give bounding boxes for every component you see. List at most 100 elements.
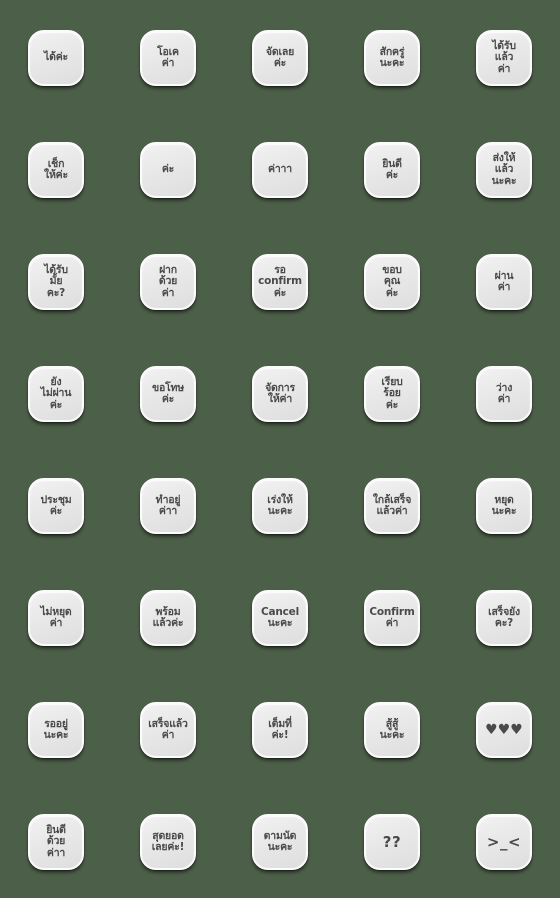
sticker-cell: ฝาก ด้วย ค่า <box>112 226 224 338</box>
sticker-label: ยินดี ด้วย ค่าา <box>46 823 66 859</box>
sticker-cell: ?? <box>336 786 448 898</box>
sticker-tile[interactable]: ค่ะ <box>140 142 196 198</box>
sticker-tile[interactable]: ได้ค่ะ <box>28 30 84 86</box>
sticker-tile[interactable]: Confirm ค่า <box>364 590 420 646</box>
sticker-label: ได้รับ มั้ย คะ? <box>44 263 68 299</box>
sticker-label: ยินดี ค่ะ <box>382 157 402 181</box>
sticker-label: รอ confirm ค่ะ <box>258 263 302 299</box>
sticker-cell: ได้รับ มั้ย คะ? <box>0 226 112 338</box>
sticker-tile[interactable]: เช็ก ให้ค่ะ <box>28 142 84 198</box>
sticker-label: ค่ะ <box>161 163 175 176</box>
sticker-tile[interactable]: หยุด นะคะ <box>476 478 532 534</box>
sticker-cell: ขอบ คุณ ค่ะ <box>336 226 448 338</box>
sticker-tile[interactable]: ประชุม ค่ะ <box>28 478 84 534</box>
sticker-label: ยัง ไม่ผ่าน ค่ะ <box>40 375 72 411</box>
sticker-tile[interactable]: จัดเลย ค่ะ <box>252 30 308 86</box>
sticker-label: ?? <box>382 832 402 851</box>
sticker-tile[interactable]: ขอบ คุณ ค่ะ <box>364 254 420 310</box>
sticker-cell: ค่าาา <box>224 114 336 226</box>
sticker-label: ผ่าน ค่า <box>494 269 514 293</box>
sticker-cell: สุดยอด เลยค่ะ! <box>112 786 224 898</box>
sticker-tile[interactable]: ?? <box>364 814 420 870</box>
sticker-tile[interactable]: พร้อม แล้วค่ะ <box>140 590 196 646</box>
sticker-label: ขอบ คุณ ค่ะ <box>382 263 402 299</box>
sticker-tile[interactable]: สักครู่ นะคะ <box>364 30 420 86</box>
sticker-tile[interactable]: ♥♥♥ <box>476 702 532 758</box>
sticker-label: ค่าาา <box>268 163 292 176</box>
sticker-cell: ยินดี ด้วย ค่าา <box>0 786 112 898</box>
sticker-label: โอเค ค่า <box>157 45 179 69</box>
sticker-label: ได้รับ แล้ว ค่า <box>492 39 516 75</box>
sticker-tile[interactable]: ยินดี ค่ะ <box>364 142 420 198</box>
sticker-cell: จัดการ ให้ค่า <box>224 338 336 450</box>
sticker-cell: เสร็จยัง คะ? <box>448 562 560 674</box>
sticker-cell: รออยู่ นะคะ <box>0 674 112 786</box>
sticker-tile[interactable]: ได้รับ แล้ว ค่า <box>476 30 532 86</box>
sticker-cell: ยินดี ค่ะ <box>336 114 448 226</box>
sticker-tile[interactable]: โอเค ค่า <box>140 30 196 86</box>
sticker-label: ไม่หยุด ค่า <box>40 605 72 629</box>
sticker-cell: >_< <box>448 786 560 898</box>
sticker-label: จัดการ ให้ค่า <box>265 381 295 405</box>
sticker-tile[interactable]: ตามนัด นะคะ <box>252 814 308 870</box>
sticker-label: ว่าง ค่า <box>495 381 513 405</box>
sticker-label: ประชุม ค่ะ <box>40 493 72 517</box>
sticker-tile[interactable]: ฝาก ด้วย ค่า <box>140 254 196 310</box>
sticker-cell: ยัง ไม่ผ่าน ค่ะ <box>0 338 112 450</box>
sticker-label: สู้สู้ นะคะ <box>379 717 405 741</box>
sticker-tile[interactable]: รอ confirm ค่ะ <box>252 254 308 310</box>
sticker-cell: ขอโทษ ค่ะ <box>112 338 224 450</box>
sticker-label: >_< <box>486 832 522 851</box>
sticker-label: เสร็จยัง คะ? <box>488 605 520 629</box>
sticker-cell: ♥♥♥ <box>448 674 560 786</box>
sticker-label: ส่งให้ แล้ว นะคะ <box>491 151 517 187</box>
sticker-tile[interactable]: เต็มที่ ค่ะ! <box>252 702 308 758</box>
sticker-cell: Confirm ค่า <box>336 562 448 674</box>
sticker-cell: เช็ก ให้ค่ะ <box>0 114 112 226</box>
sticker-cell: ประชุม ค่ะ <box>0 450 112 562</box>
sticker-tile[interactable]: จัดการ ให้ค่า <box>252 366 308 422</box>
sticker-label: รออยู่ นะคะ <box>43 717 69 741</box>
sticker-tile[interactable]: ทำอยู่ ค่าา <box>140 478 196 534</box>
sticker-label: เช็ก ให้ค่ะ <box>44 157 68 181</box>
sticker-label: ได้ค่ะ <box>44 51 68 64</box>
sticker-cell: หยุด นะคะ <box>448 450 560 562</box>
sticker-tile[interactable]: Cancel นะคะ <box>252 590 308 646</box>
sticker-cell: ค่ะ <box>112 114 224 226</box>
sticker-tile[interactable]: ส่งให้ แล้ว นะคะ <box>476 142 532 198</box>
sticker-tile[interactable]: >_< <box>476 814 532 870</box>
sticker-tile[interactable]: เรียบ ร้อย ค่ะ <box>364 366 420 422</box>
sticker-label: สักครู่ นะคะ <box>379 45 405 69</box>
sticker-cell: ทำอยู่ ค่าา <box>112 450 224 562</box>
sticker-label: ขอโทษ ค่ะ <box>152 381 184 405</box>
sticker-tile[interactable]: เสร็จยัง คะ? <box>476 590 532 646</box>
sticker-tile[interactable]: ไม่หยุด ค่า <box>28 590 84 646</box>
sticker-tile[interactable]: เร่งให้ นะคะ <box>252 478 308 534</box>
sticker-cell: พร้อม แล้วค่ะ <box>112 562 224 674</box>
sticker-tile[interactable]: ยินดี ด้วย ค่าา <box>28 814 84 870</box>
sticker-cell: เรียบ ร้อย ค่ะ <box>336 338 448 450</box>
sticker-tile[interactable]: สุดยอด เลยค่ะ! <box>140 814 196 870</box>
sticker-label: พร้อม แล้วค่ะ <box>152 605 184 629</box>
sticker-label: เต็มที่ ค่ะ! <box>268 717 292 741</box>
sticker-tile[interactable]: รออยู่ นะคะ <box>28 702 84 758</box>
sticker-tile[interactable]: สู้สู้ นะคะ <box>364 702 420 758</box>
sticker-cell: เสร็จแล้ว ค่า <box>112 674 224 786</box>
sticker-label: ฝาก ด้วย ค่า <box>158 263 178 299</box>
sticker-tile[interactable]: ใกล้เสร็จ แล้วค่า <box>364 478 420 534</box>
sticker-tile[interactable]: ยัง ไม่ผ่าน ค่ะ <box>28 366 84 422</box>
sticker-tile[interactable]: ผ่าน ค่า <box>476 254 532 310</box>
sticker-cell: จัดเลย ค่ะ <box>224 2 336 114</box>
sticker-cell: ได้ค่ะ <box>0 2 112 114</box>
sticker-label: ใกล้เสร็จ แล้วค่า <box>372 493 412 517</box>
sticker-tile[interactable]: ค่าาา <box>252 142 308 198</box>
sticker-label: จัดเลย ค่ะ <box>265 45 295 69</box>
sticker-cell: ส่งให้ แล้ว นะคะ <box>448 114 560 226</box>
sticker-tile[interactable]: ว่าง ค่า <box>476 366 532 422</box>
sticker-label: ตามนัด นะคะ <box>263 829 297 853</box>
sticker-tile[interactable]: เสร็จแล้ว ค่า <box>140 702 196 758</box>
sticker-tile[interactable]: ได้รับ มั้ย คะ? <box>28 254 84 310</box>
sticker-cell: ตามนัด นะคะ <box>224 786 336 898</box>
sticker-tile[interactable]: ขอโทษ ค่ะ <box>140 366 196 422</box>
sticker-grid: ได้ค่ะ โอเค ค่า จัดเลย ค่ะ สักครู่ นะคะ ได้ร… <box>0 0 560 896</box>
